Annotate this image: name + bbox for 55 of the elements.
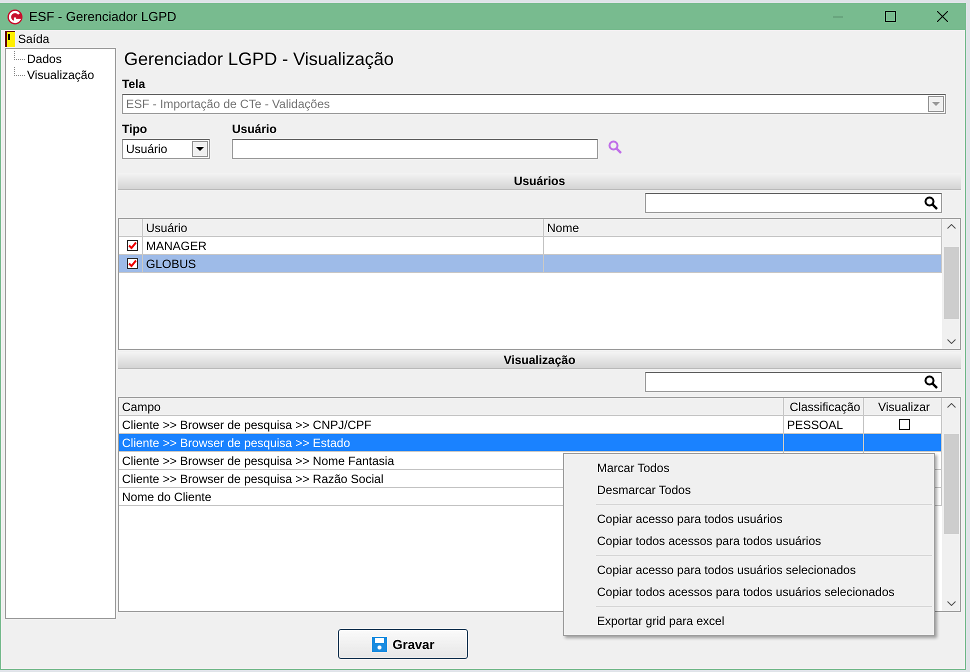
scroll-down-icon[interactable] xyxy=(946,601,956,606)
table-cell: Cliente >> Browser de pesquisa >> CNPJ/CPF xyxy=(122,418,372,432)
table-cell: Cliente >> Browser de pesquisa >> Razão Social xyxy=(122,472,384,486)
exit-door-icon xyxy=(5,30,15,46)
column-header: Nome xyxy=(544,219,942,236)
search-icon[interactable] xyxy=(924,196,938,210)
table-cell: MANAGER xyxy=(143,237,544,254)
table-cell: Nome do Cliente xyxy=(122,490,212,504)
field-label: Tipo xyxy=(122,122,148,136)
field-label: Usuário xyxy=(232,122,278,136)
minimize-icon xyxy=(833,16,843,18)
page-heading: Gerenciador LGPD - Visualização xyxy=(123,48,395,71)
search-field[interactable] xyxy=(645,193,942,213)
app-logo-icon xyxy=(7,8,23,24)
section-header: Usuários xyxy=(118,173,961,190)
maximize-icon xyxy=(884,11,896,22)
table-cell: Cliente >> Browser de pesquisa >> Nome Fantasia xyxy=(122,454,394,468)
tree-connector xyxy=(14,51,26,60)
context-menu-item[interactable]: Copiar todos acessos para todos usuários selecionados xyxy=(566,581,932,603)
window-title: ESF - Gerenciador LGPD xyxy=(29,9,178,24)
caret-icon xyxy=(932,102,940,106)
scroll-up-icon[interactable] xyxy=(946,403,956,408)
column-header: Classificação xyxy=(784,398,864,415)
tree-item[interactable]: Visualização xyxy=(26,68,96,82)
search-icon[interactable] xyxy=(924,375,938,389)
checkbox[interactable] xyxy=(126,258,138,269)
checkbox[interactable] xyxy=(126,240,138,251)
context-menu-item[interactable]: Copiar acesso para todos usuários selecionados xyxy=(566,559,932,581)
table-cell: PESSOAL xyxy=(787,418,844,432)
context-menu-item[interactable]: Exportar grid para excel xyxy=(566,610,932,632)
search-field[interactable] xyxy=(645,372,942,392)
checkbox[interactable] xyxy=(898,419,910,430)
caret-icon xyxy=(196,147,204,151)
type-select[interactable]: Usuário xyxy=(122,139,210,159)
user-field[interactable] xyxy=(232,139,598,159)
tree-item[interactable]: Dados xyxy=(26,52,63,66)
field-label: Tela xyxy=(122,77,146,91)
context-menu-item[interactable]: Desmarcar Todos xyxy=(566,479,932,501)
table-cell: Cliente >> Browser de pesquisa >> Estado xyxy=(122,436,350,450)
section-header: Visualização xyxy=(118,352,961,369)
close-icon xyxy=(936,11,948,22)
context-menu-item[interactable]: Marcar Todos xyxy=(566,457,932,479)
table-cell: GLOBUS xyxy=(143,255,544,272)
scrollbar[interactable] xyxy=(942,219,960,349)
menu-item[interactable]: Saída xyxy=(18,32,50,46)
column-header: Usuário xyxy=(143,219,544,236)
scroll-down-icon[interactable] xyxy=(946,339,956,344)
save-button[interactable]: Gravar xyxy=(338,629,468,659)
context-menu-item[interactable]: Copiar acesso para todos usuários xyxy=(566,508,932,530)
context-menu-item[interactable]: Copiar todos acessos para todos usuários xyxy=(566,530,932,552)
column-header: Visualizar xyxy=(864,398,942,415)
scroll-up-icon[interactable] xyxy=(946,224,956,229)
scrollbar[interactable] xyxy=(942,398,960,611)
column-header: Campo xyxy=(119,398,784,415)
tree-connector xyxy=(14,67,26,76)
